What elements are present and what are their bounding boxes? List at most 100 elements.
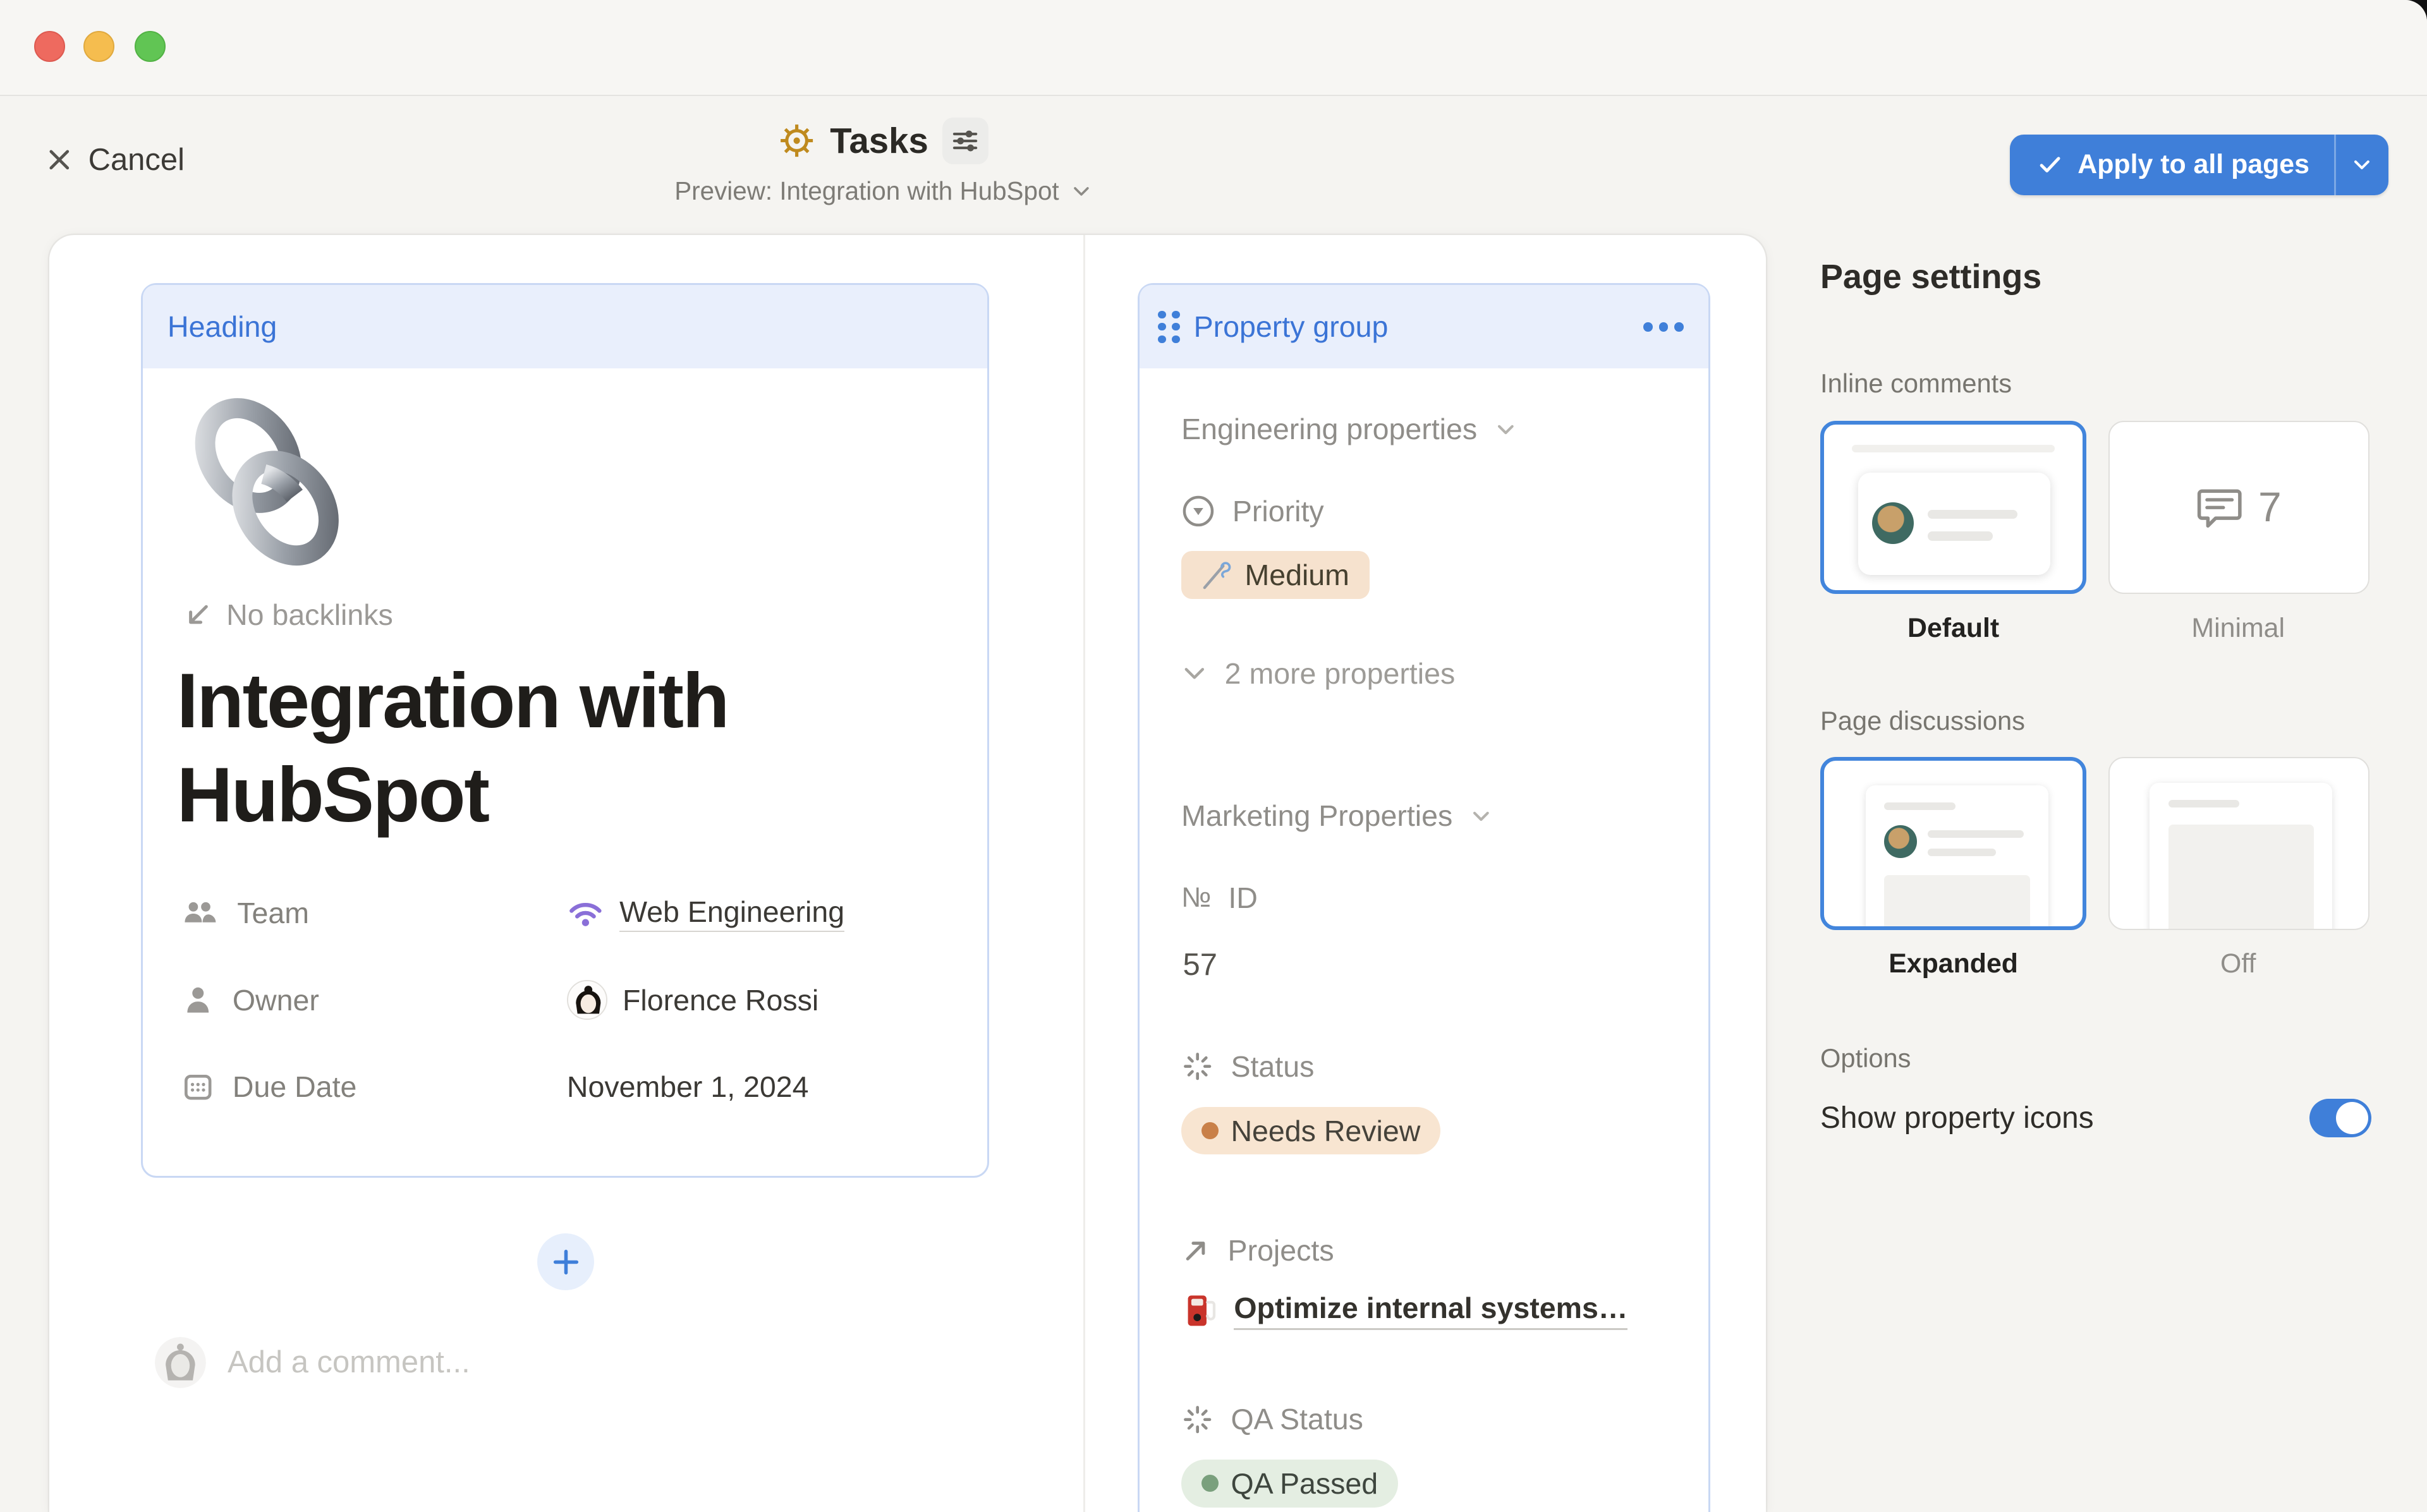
needle-icon	[1201, 560, 1232, 591]
drag-handle-icon[interactable]	[1158, 311, 1179, 343]
chevron-down-icon	[1071, 181, 1092, 202]
options-label: Options	[1820, 1043, 1911, 1074]
qa-status-label: QA Status	[1231, 1402, 1363, 1436]
heading-block[interactable]: Heading No	[141, 283, 989, 1178]
doc-title: Tasks	[830, 120, 928, 161]
minimal-count: 7	[2258, 483, 2282, 531]
window: Cancel Tasks Pre	[0, 0, 2427, 1512]
inline-comments-option-default[interactable]	[1820, 421, 2086, 594]
page-discussions-label: Page discussions	[1820, 706, 2025, 736]
avatar	[1884, 825, 1916, 857]
block-menu-button[interactable]	[1643, 285, 1684, 368]
commenter-avatar	[155, 1337, 206, 1388]
show-property-icons-row: Show property icons	[1820, 1099, 2371, 1137]
page-settings-panel: Page settings Inline comments Default 7 …	[1820, 0, 2371, 1512]
qa-status-dot	[1201, 1475, 1219, 1492]
team-icon	[183, 899, 217, 927]
sliders-icon	[951, 127, 979, 155]
id-property-row: № ID	[1181, 881, 1258, 915]
chevron-down-icon	[1469, 804, 1493, 828]
project-link-text: Optimize internal systems…	[1234, 1291, 1627, 1330]
preview-label: Preview: Integration with HubSpot	[674, 176, 1059, 206]
comment-bubble-icon	[2196, 486, 2242, 529]
add-comment-row[interactable]: Add a comment...	[155, 1337, 470, 1388]
page-icon-chain-links	[183, 394, 356, 567]
status-label: Status	[1231, 1049, 1314, 1084]
team-label: Team	[237, 896, 309, 930]
status-dot	[1201, 1122, 1219, 1139]
owner-value: Florence Rossi	[623, 983, 818, 1017]
view-options-button[interactable]	[942, 118, 988, 164]
chevron-down-icon	[1181, 660, 1208, 687]
qa-status-value-tag[interactable]: QA Passed	[1181, 1460, 1398, 1508]
chevron-down-icon	[1494, 418, 1518, 441]
projects-property-row: Projects	[1181, 1233, 1334, 1267]
inline-comments-label: Inline comments	[1820, 368, 2012, 399]
due-date-property-row: Due Date November 1, 2024	[183, 1063, 809, 1110]
wifi-icon	[567, 898, 604, 928]
team-property-row: Team Web Engineering	[183, 890, 845, 936]
backlinks-label: No backlinks	[226, 598, 393, 632]
zoom-window-button[interactable]	[135, 31, 166, 62]
doc-title-area: Tasks	[0, 118, 1766, 166]
project-link[interactable]: Optimize internal systems…	[1184, 1291, 1627, 1330]
close-window-button[interactable]	[34, 31, 65, 62]
engineering-section-toggle[interactable]: Engineering properties	[1181, 412, 1518, 446]
inline-comments-option-minimal[interactable]: 7	[2108, 421, 2370, 594]
heading-block-label: Heading	[167, 310, 277, 344]
priority-select-icon	[1181, 494, 1215, 528]
column-divider	[1083, 235, 1085, 1511]
page-title: Integration with HubSpot	[177, 653, 904, 842]
more-properties-label: 2 more properties	[1225, 656, 1456, 691]
qa-status-value: QA Passed	[1231, 1467, 1378, 1501]
avatar	[1872, 502, 1914, 544]
discussions-off-label: Off	[2105, 948, 2371, 979]
team-value-link[interactable]: Web Engineering	[567, 895, 844, 931]
page-settings-title: Page settings	[1820, 257, 2041, 296]
minimize-window-button[interactable]	[83, 31, 114, 62]
priority-label: Priority	[1232, 494, 1324, 528]
plus-icon	[550, 1247, 581, 1278]
numero-icon: №	[1181, 882, 1211, 914]
property-group-header[interactable]: Property group	[1140, 285, 1708, 368]
status-spinner-icon	[1181, 1403, 1214, 1436]
page-discussions-option-expanded[interactable]	[1820, 757, 2086, 930]
calendar-icon	[183, 1072, 213, 1101]
person-icon	[183, 985, 213, 1015]
due-date-value: November 1, 2024	[567, 1070, 809, 1104]
property-group-block[interactable]: Property group Engineering properties Pr…	[1138, 283, 1710, 1512]
page-preview-panel: Heading No	[49, 235, 1766, 1511]
owner-value-person[interactable]: Florence Rossi	[567, 980, 818, 1020]
id-label: ID	[1228, 881, 1258, 915]
priority-value: Medium	[1244, 558, 1349, 592]
priority-property-row: Priority	[1181, 494, 1324, 528]
show-property-icons-toggle[interactable]	[2309, 1099, 2371, 1137]
ship-wheel-icon	[777, 121, 816, 160]
status-value-tag[interactable]: Needs Review	[1181, 1107, 1440, 1155]
id-value: 57	[1183, 947, 1217, 983]
priority-value-tag[interactable]: Medium	[1181, 551, 1370, 599]
show-property-icons-label: Show property icons	[1820, 1101, 2094, 1135]
owner-property-row: Owner Florence Rossi	[183, 977, 819, 1023]
owner-avatar	[567, 980, 607, 1020]
arrow-up-right-icon	[1181, 1236, 1211, 1266]
arrow-down-left-icon	[183, 600, 213, 630]
inline-default-label: Default	[1820, 613, 2086, 644]
heading-block-header[interactable]: Heading	[143, 285, 987, 368]
projects-label: Projects	[1228, 1233, 1334, 1267]
engineering-section-label: Engineering properties	[1181, 412, 1477, 446]
inline-minimal-label: Minimal	[2105, 613, 2371, 644]
owner-label: Owner	[233, 983, 319, 1017]
more-properties-toggle[interactable]: 2 more properties	[1181, 656, 1455, 691]
add-block-button[interactable]	[537, 1233, 595, 1291]
add-comment-placeholder: Add a comment...	[228, 1345, 470, 1380]
discussions-expanded-label: Expanded	[1820, 948, 2086, 979]
team-value: Web Engineering	[619, 895, 844, 931]
qa-status-property-row: QA Status	[1181, 1402, 1363, 1436]
due-date-label: Due Date	[233, 1070, 357, 1104]
marketing-section-toggle[interactable]: Marketing Properties	[1181, 799, 1493, 833]
backlinks-indicator[interactable]: No backlinks	[183, 598, 393, 632]
preview-selector[interactable]: Preview: Integration with HubSpot	[0, 176, 1766, 206]
page-discussions-option-off[interactable]	[2108, 757, 2370, 930]
status-property-row: Status	[1181, 1049, 1314, 1084]
